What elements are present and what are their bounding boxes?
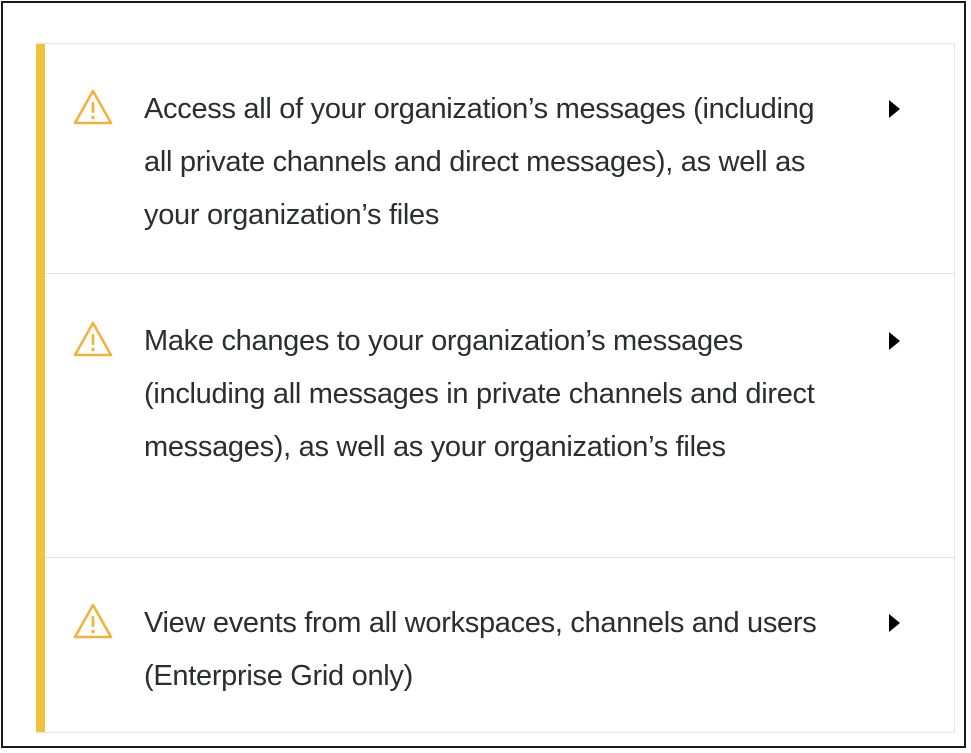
screenshot-frame: Access all of your organization’s messag… xyxy=(1,1,966,748)
caret-right-icon[interactable] xyxy=(889,100,900,118)
permissions-list: Access all of your organization’s messag… xyxy=(36,43,955,733)
permission-text: View events from all workspaces, channel… xyxy=(144,607,817,692)
warning-triangle-icon xyxy=(72,88,114,126)
caret-right-icon[interactable] xyxy=(889,332,900,350)
warning-triangle-icon xyxy=(72,320,114,358)
permission-text: Access all of your organization’s messag… xyxy=(144,93,815,231)
permission-row-view-events[interactable]: View events from all workspaces, channel… xyxy=(45,557,954,734)
permission-text: Make changes to your organization’s mess… xyxy=(144,325,815,463)
caret-right-icon[interactable] xyxy=(889,614,900,632)
warning-accent-bar xyxy=(36,44,45,732)
permission-row-modify-messages[interactable]: Make changes to your organization’s mess… xyxy=(45,273,954,558)
permission-row-access-messages[interactable]: Access all of your organization’s messag… xyxy=(45,44,954,274)
warning-triangle-icon xyxy=(72,602,114,640)
